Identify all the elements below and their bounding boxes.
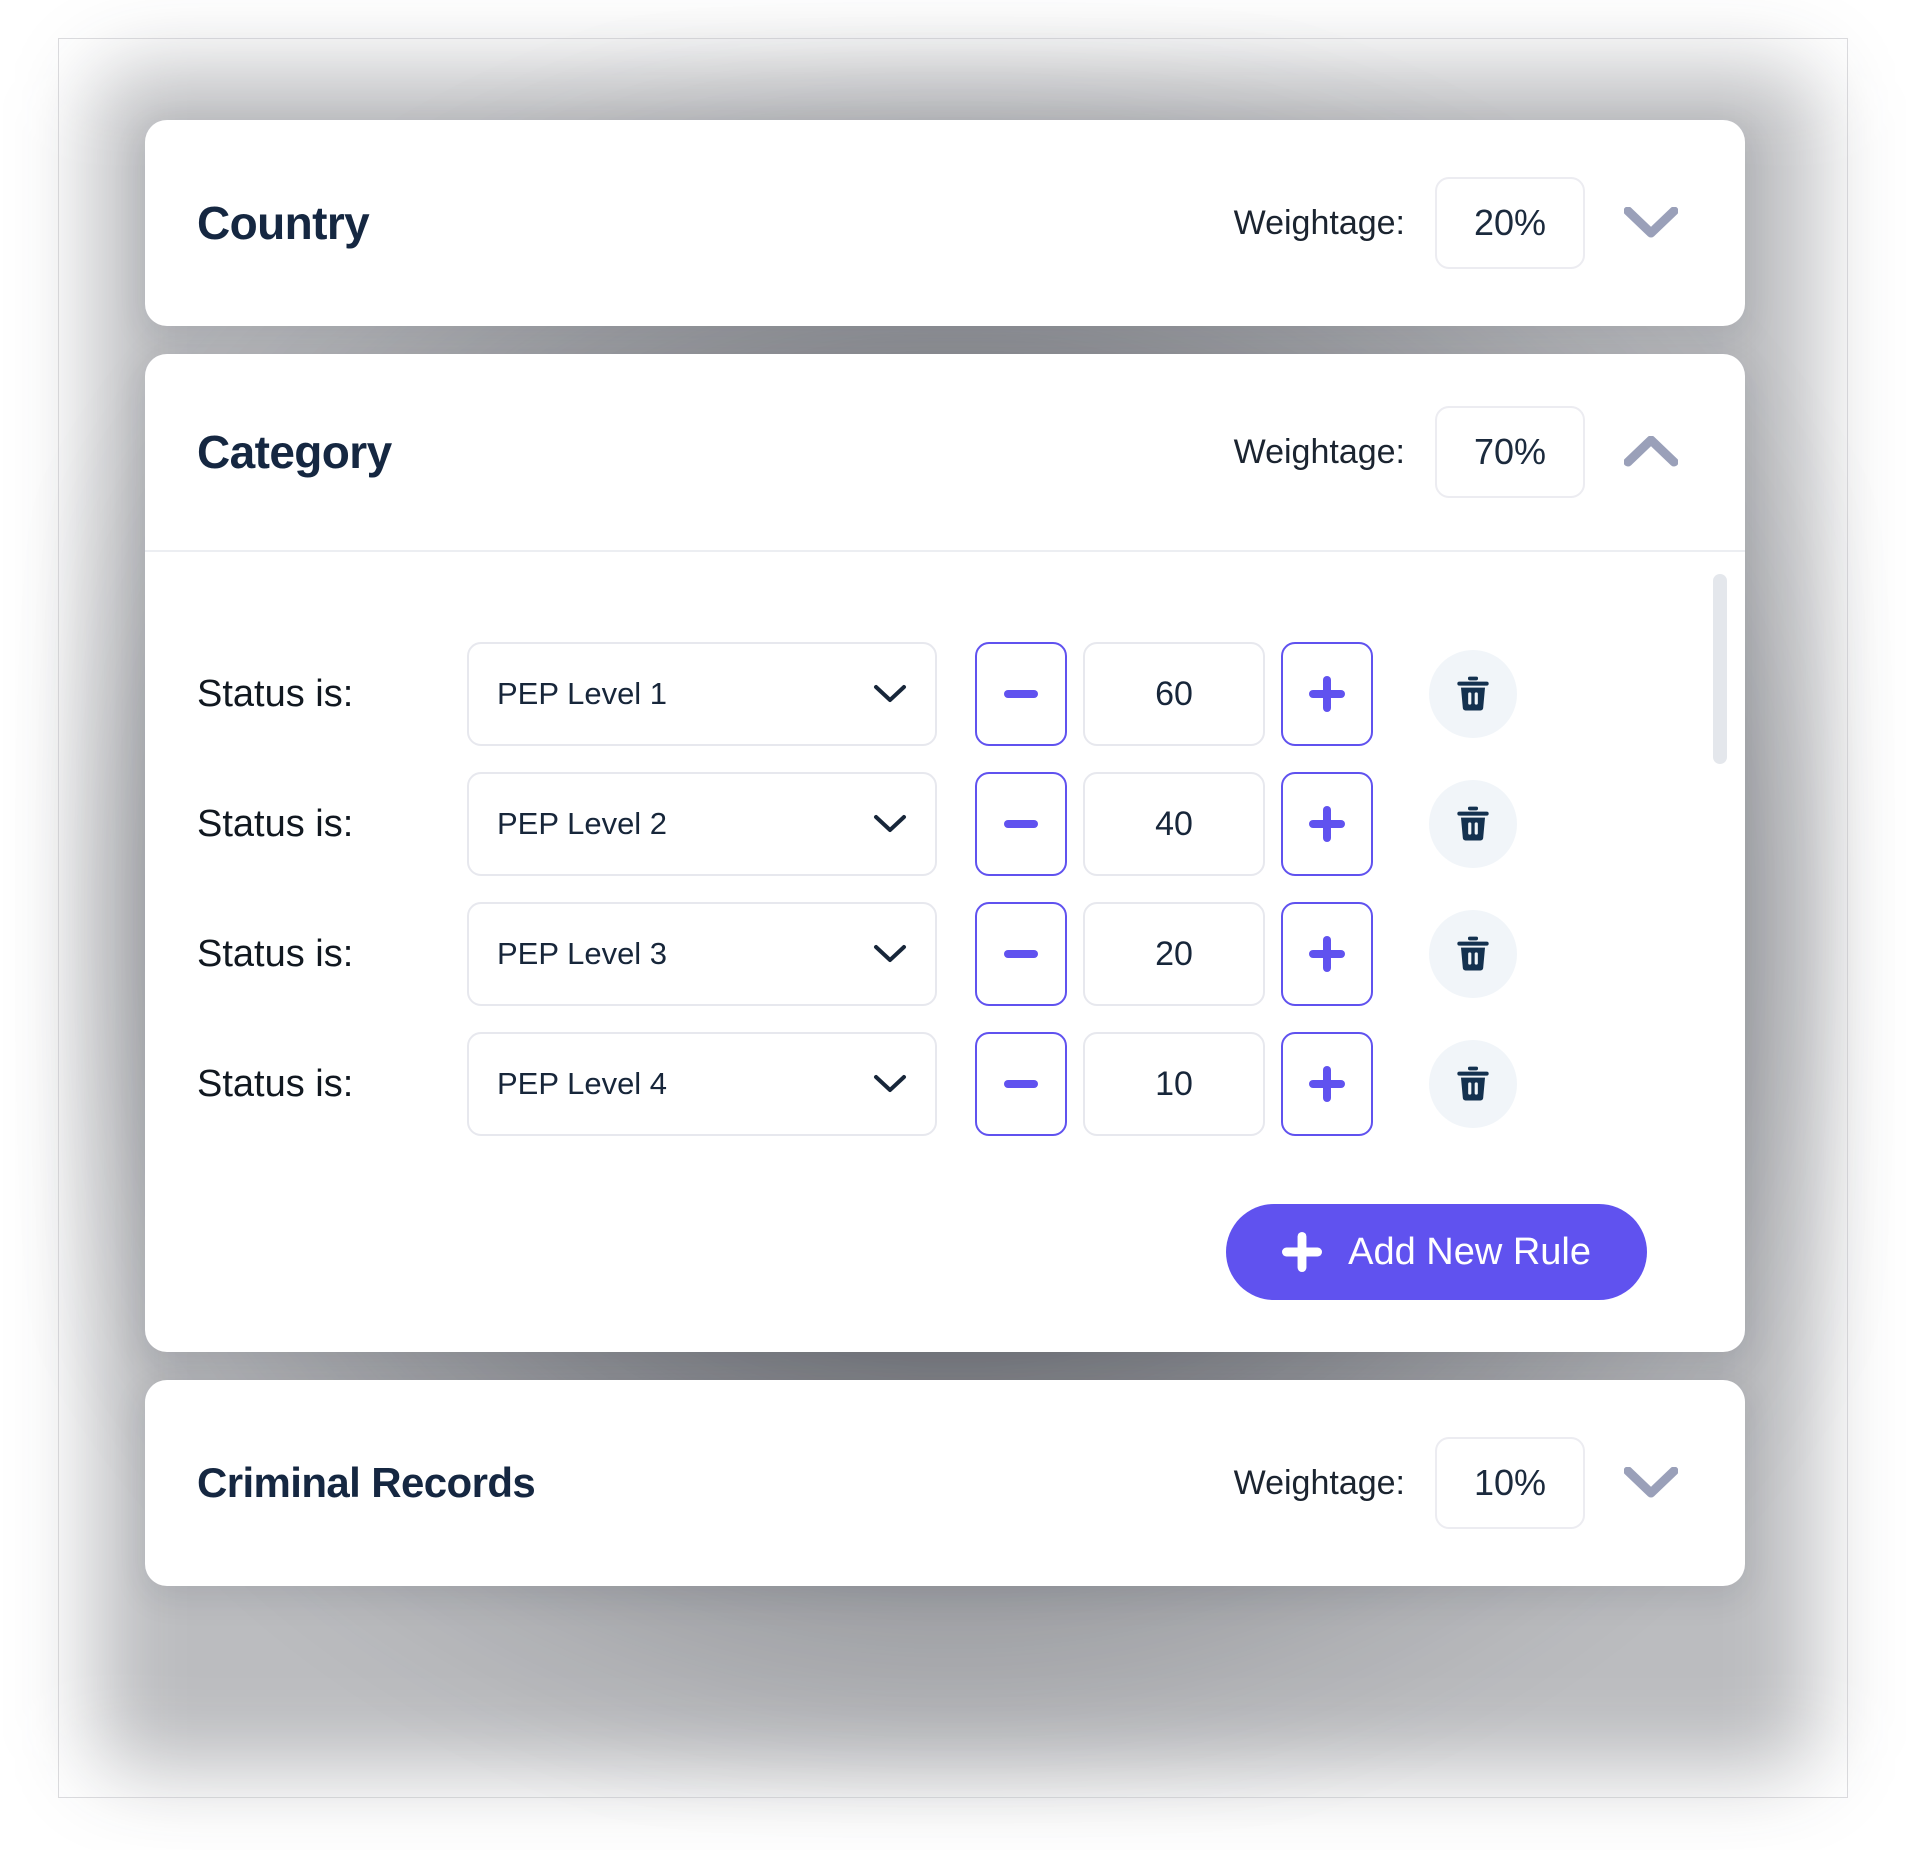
increment-score-button[interactable] bbox=[1281, 772, 1373, 876]
rule-condition-label: Status is: bbox=[197, 672, 354, 715]
increment-score-button[interactable] bbox=[1281, 1032, 1373, 1136]
weightage-label-category: Weightage: bbox=[1233, 432, 1405, 471]
weightage-value-country[interactable]: 20% bbox=[1435, 177, 1585, 269]
trash-icon[interactable] bbox=[1429, 910, 1517, 998]
rule-condition-label: Status is: bbox=[197, 1062, 354, 1105]
rule-status-value: PEP Level 1 bbox=[497, 676, 668, 711]
rule-status-select[interactable]: PEP Level 4 bbox=[467, 1032, 937, 1136]
section-header-category[interactable]: Category Weightage: 70% bbox=[145, 354, 1745, 550]
rule-status-select[interactable]: PEP Level 3 bbox=[467, 902, 937, 1006]
section-card-criminal-records[interactable]: Criminal Records Weightage: 10% bbox=[145, 1380, 1745, 1586]
section-card-country[interactable]: Country Weightage: 20% bbox=[145, 120, 1745, 326]
rule-status-value: PEP Level 3 bbox=[497, 936, 668, 971]
rules-scrollbar[interactable] bbox=[1713, 574, 1727, 764]
add-new-rule-button[interactable]: Add New Rule bbox=[1226, 1204, 1647, 1300]
rule-status-value: PEP Level 2 bbox=[497, 806, 668, 841]
chevron-down-icon bbox=[873, 944, 907, 964]
rule-condition-label: Status is: bbox=[197, 932, 354, 975]
rule-row: Status is: PEP Level 1 60 bbox=[197, 642, 1693, 746]
rule-condition-label: Status is: bbox=[197, 802, 354, 845]
category-rules-body: Status is: PEP Level 1 60 Status is: PEP… bbox=[145, 552, 1745, 1352]
trash-icon[interactable] bbox=[1429, 650, 1517, 738]
section-title-category: Category bbox=[197, 426, 392, 478]
increment-score-button[interactable] bbox=[1281, 902, 1373, 1006]
rule-row: Status is: PEP Level 3 20 bbox=[197, 902, 1693, 1006]
rule-status-select[interactable]: PEP Level 2 bbox=[467, 772, 937, 876]
chevron-up-icon[interactable] bbox=[1609, 410, 1693, 494]
section-header-country[interactable]: Country Weightage: 20% bbox=[145, 120, 1745, 326]
chevron-down-icon bbox=[873, 1074, 907, 1094]
trash-icon[interactable] bbox=[1429, 780, 1517, 868]
weightage-sections-list: Country Weightage: 20% Category Weightag… bbox=[145, 120, 1745, 1614]
rule-score-input[interactable]: 10 bbox=[1083, 1032, 1265, 1136]
screenshot-root: Country Weightage: 20% Category Weightag… bbox=[0, 0, 1906, 1850]
rule-row: Status is: PEP Level 4 10 bbox=[197, 1032, 1693, 1136]
decrement-score-button[interactable] bbox=[975, 1032, 1067, 1136]
add-new-rule-label: Add New Rule bbox=[1348, 1230, 1591, 1273]
rule-status-value: PEP Level 4 bbox=[497, 1066, 668, 1101]
section-title-criminal-records: Criminal Records bbox=[197, 1459, 536, 1506]
rule-score-input[interactable]: 40 bbox=[1083, 772, 1265, 876]
weightage-value-criminal-records[interactable]: 10% bbox=[1435, 1437, 1585, 1529]
weightage-label-criminal-records: Weightage: bbox=[1233, 1463, 1405, 1502]
increment-score-button[interactable] bbox=[1281, 642, 1373, 746]
chevron-down-icon[interactable] bbox=[1609, 1441, 1693, 1525]
decrement-score-button[interactable] bbox=[975, 772, 1067, 876]
chevron-down-icon[interactable] bbox=[1609, 181, 1693, 265]
section-header-criminal-records[interactable]: Criminal Records Weightage: 10% bbox=[145, 1380, 1745, 1586]
section-title-country: Country bbox=[197, 197, 370, 249]
rule-row: Status is: PEP Level 2 40 bbox=[197, 772, 1693, 876]
plus-icon bbox=[1282, 1232, 1323, 1272]
rule-score-input[interactable]: 20 bbox=[1083, 902, 1265, 1006]
trash-icon[interactable] bbox=[1429, 1040, 1517, 1128]
chevron-down-icon bbox=[873, 814, 907, 834]
add-rule-row: Add New Rule bbox=[197, 1162, 1693, 1300]
rule-score-input[interactable]: 60 bbox=[1083, 642, 1265, 746]
decrement-score-button[interactable] bbox=[975, 902, 1067, 1006]
section-card-category[interactable]: Category Weightage: 70% Status is: PEP L… bbox=[145, 354, 1745, 1352]
chevron-down-icon bbox=[873, 684, 907, 704]
weightage-value-category[interactable]: 70% bbox=[1435, 406, 1585, 498]
weightage-label-country: Weightage: bbox=[1233, 203, 1405, 242]
rule-status-select[interactable]: PEP Level 1 bbox=[467, 642, 937, 746]
decrement-score-button[interactable] bbox=[975, 642, 1067, 746]
